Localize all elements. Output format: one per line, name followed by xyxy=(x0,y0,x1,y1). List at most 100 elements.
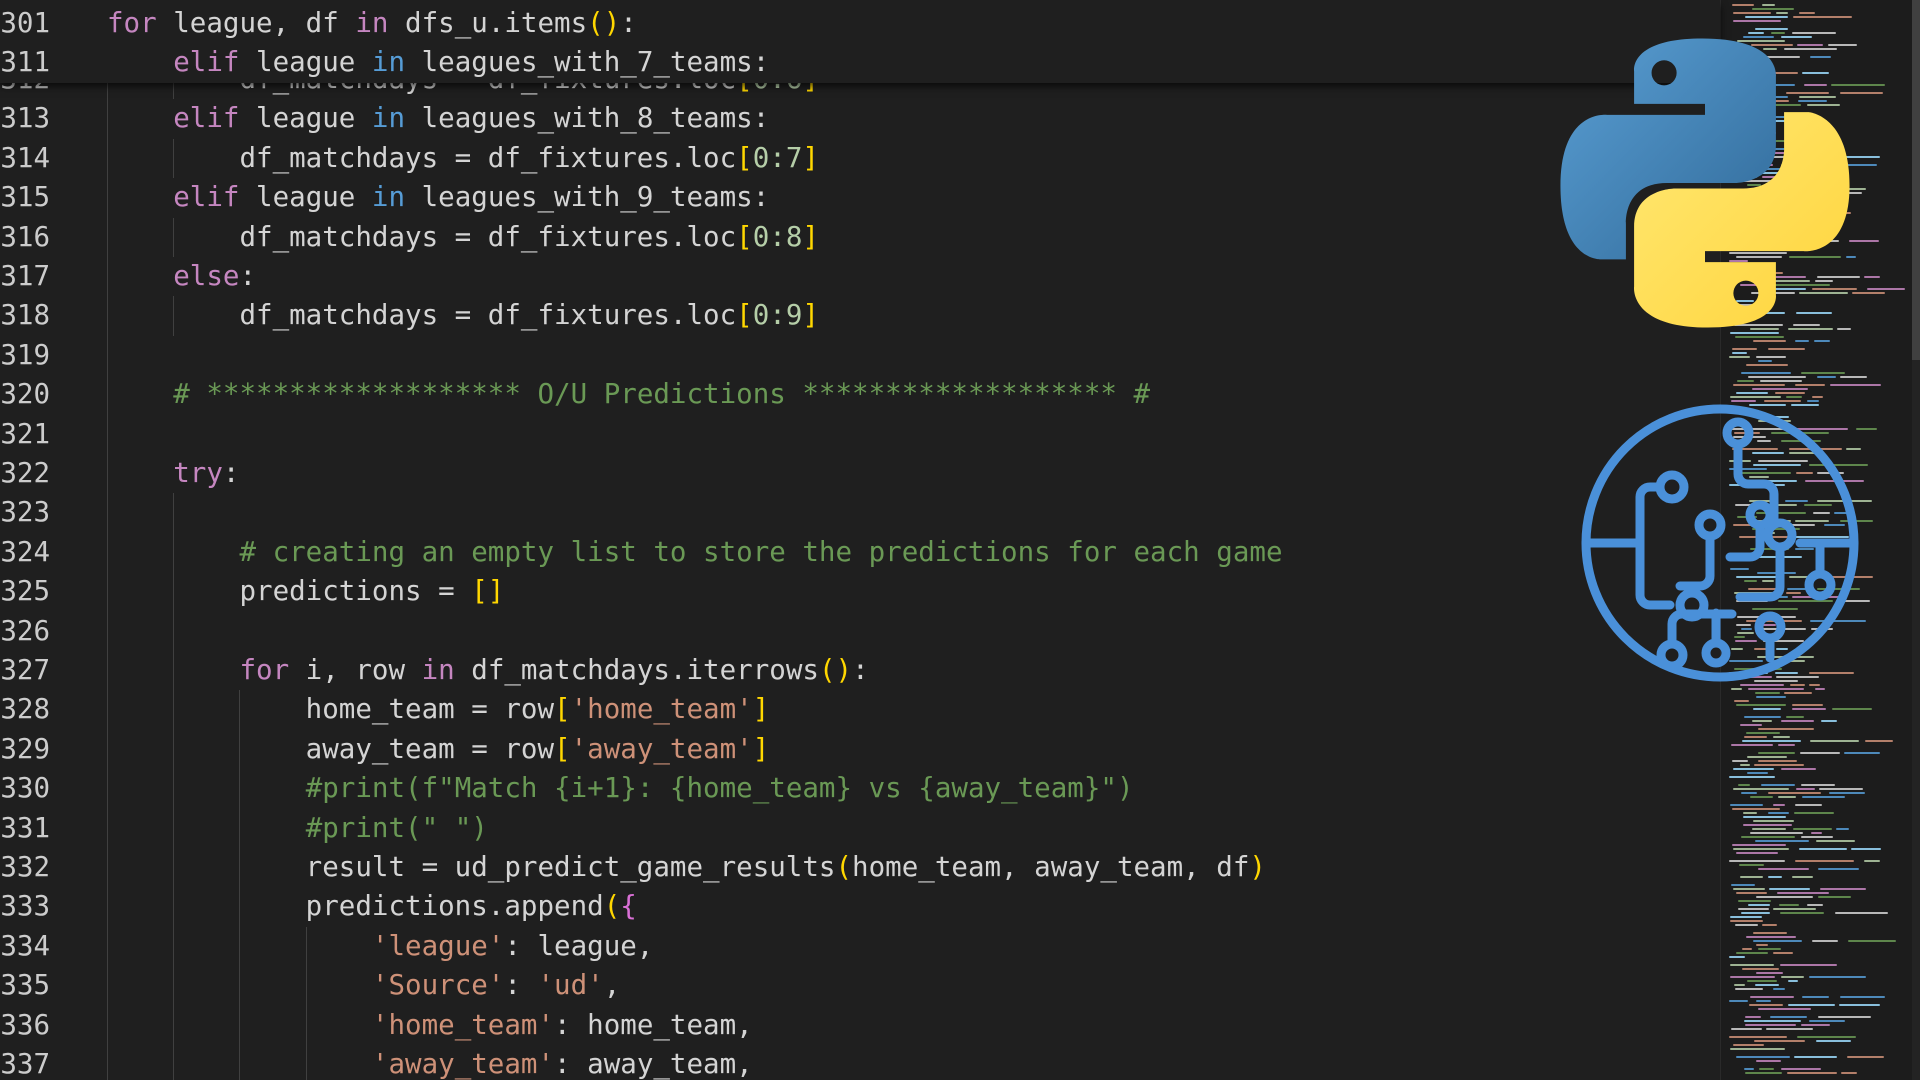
ai-circuit-brain-icon xyxy=(1581,404,1859,682)
minimap-line xyxy=(1732,348,1757,350)
line-source[interactable]: result = ud_predict_game_results(home_te… xyxy=(107,848,1266,887)
code-line[interactable]: 332 result = ud_predict_game_results(hom… xyxy=(0,848,1720,887)
minimap-line xyxy=(1809,1020,1845,1022)
line-source[interactable]: df_matchdays = df_fixtures.loc[0:9] xyxy=(107,296,819,335)
minimap-line xyxy=(1835,912,1888,914)
code-line[interactable]: 314 df_matchdays = df_fixtures.loc[0:7] xyxy=(0,139,1720,178)
code-line[interactable]: 335 'Source': 'ud', xyxy=(0,966,1720,1005)
code-line[interactable]: 313 elif league in leagues_with_8_teams: xyxy=(0,99,1720,138)
line-source[interactable]: df_matchdays = df_fixtures.loc[0:8] xyxy=(107,218,819,257)
minimap-line xyxy=(1795,804,1822,806)
minimap-line xyxy=(1754,764,1804,766)
code-token: # ******************* O/U Predictions **… xyxy=(173,378,1151,411)
minimap-line xyxy=(1732,844,1786,846)
line-source[interactable]: 'away_team': away_team, xyxy=(107,1045,753,1080)
code-line[interactable]: 316 df_matchdays = df_fixtures.loc[0:8] xyxy=(0,218,1720,257)
code-token: home_team, away_team, df xyxy=(852,851,1250,883)
line-source[interactable]: predictions.append({ xyxy=(107,887,637,926)
minimap-line xyxy=(1773,804,1785,806)
line-source[interactable]: elif league in leagues_with_7_teams: xyxy=(107,43,769,82)
minimap-line xyxy=(1753,708,1781,710)
code-line[interactable]: 325 predictions = [] xyxy=(0,572,1720,611)
code-line[interactable]: 320 # ******************* O/U Prediction… xyxy=(0,375,1720,414)
line-source[interactable]: 'home_team': home_team, xyxy=(107,1006,753,1045)
minimap-line xyxy=(1778,796,1796,798)
line-number: 324 xyxy=(0,535,50,568)
minimap-line xyxy=(1753,820,1794,822)
code-area[interactable]: 312 df_matchdays = df_fixtures.loc[0:6]3… xyxy=(0,0,1720,1080)
code-line[interactable]: 301 for league, df in dfs_u.items(): xyxy=(0,4,1720,44)
code-line[interactable]: 317 else: xyxy=(0,257,1720,296)
minimap-line xyxy=(1779,904,1799,906)
minimap-line xyxy=(1841,1072,1857,1074)
code-line[interactable]: 318 df_matchdays = df_fixtures.loc[0:9] xyxy=(0,296,1720,335)
minimap-line xyxy=(1732,808,1780,810)
line-source[interactable]: away_team = row['away_team'] xyxy=(107,730,770,769)
code-line[interactable]: 329 away_team = row['away_team'] xyxy=(0,730,1720,769)
line-source[interactable]: predictions = [] xyxy=(107,572,504,611)
code-line[interactable]: 324 # creating an empty list to store th… xyxy=(0,533,1720,572)
minimap-line xyxy=(1729,776,1775,778)
indent-guide xyxy=(305,926,307,1080)
minimap-line xyxy=(1781,768,1816,770)
minimap-line xyxy=(1744,1068,1754,1070)
line-source[interactable]: elif league in leagues_with_9_teams: xyxy=(107,178,769,217)
code-editor[interactable]: 312 df_matchdays = df_fixtures.loc[0:6]3… xyxy=(0,0,1920,1080)
minimap-line xyxy=(1756,1000,1771,1002)
line-number: 325 xyxy=(0,575,50,608)
vertical-scrollbar[interactable] xyxy=(1912,0,1920,1080)
code-line[interactable]: 333 predictions.append({ xyxy=(0,887,1720,926)
minimap-line xyxy=(1781,720,1814,722)
line-source[interactable]: try: xyxy=(107,454,239,493)
code-line[interactable]: 326 xyxy=(0,612,1720,651)
minimap-line xyxy=(1733,788,1789,790)
sticky-scroll-header[interactable]: 301 for league, df in dfs_u.items(): 311 e… xyxy=(0,0,1720,83)
code-line[interactable]: 311 elif league in leagues_with_7_teams: xyxy=(0,43,1720,83)
code-line[interactable]: 330 #print(f"Match {i+1}: {home_team} vs… xyxy=(0,769,1720,808)
minimap-line xyxy=(1778,744,1795,746)
line-source[interactable]: home_team = row['home_team'] xyxy=(107,690,770,729)
code-line[interactable]: 322 try: xyxy=(0,454,1720,493)
code-token: league xyxy=(239,181,372,214)
minimap-line xyxy=(1796,788,1815,790)
minimap-line xyxy=(1739,864,1764,866)
minimap-line xyxy=(1807,904,1823,906)
code-token: ] xyxy=(752,732,770,765)
code-token: () xyxy=(587,7,621,39)
code-line[interactable]: 334 'league': league, xyxy=(0,927,1720,966)
code-line[interactable]: 315 elif league in leagues_with_9_teams: xyxy=(0,178,1720,217)
line-source[interactable]: #print(f"Match {i+1}: {home_team} vs {aw… xyxy=(107,769,1134,808)
line-source[interactable]: elif league in leagues_with_8_teams: xyxy=(107,99,769,138)
line-source[interactable]: df_matchdays = df_fixtures.loc[0:7] xyxy=(107,139,819,178)
code-line[interactable]: 327 for i, row in df_matchdays.iterrows(… xyxy=(0,651,1720,690)
minimap-line xyxy=(1773,736,1790,738)
code-line[interactable]: 331 #print(" ") xyxy=(0,809,1720,848)
minimap-line xyxy=(1743,824,1792,826)
scrollbar-thumb[interactable] xyxy=(1912,0,1920,360)
code-line[interactable]: 321 xyxy=(0,415,1720,454)
minimap-line xyxy=(1758,360,1772,362)
minimap-line xyxy=(1741,836,1795,838)
minimap-line xyxy=(1864,860,1880,862)
code-line[interactable]: 319 xyxy=(0,336,1720,375)
line-source[interactable]: else: xyxy=(107,257,256,296)
minimap-line xyxy=(1794,1056,1837,1058)
line-source[interactable]: 'league': league, xyxy=(107,927,653,966)
line-source[interactable]: # ******************* O/U Predictions **… xyxy=(107,375,1150,414)
line-source[interactable]: for i, row in df_matchdays.iterrows(): xyxy=(107,651,868,690)
code-line[interactable]: 328 home_team = row['home_team'] xyxy=(0,690,1720,729)
minimap-line xyxy=(1734,984,1745,986)
line-source[interactable]: for league, df in dfs_u.items(): xyxy=(107,4,637,43)
line-source[interactable]: # creating an empty list to store the pr… xyxy=(107,533,1282,572)
code-token: () xyxy=(818,654,853,686)
code-line[interactable]: 336 'home_team': home_team, xyxy=(0,1006,1720,1045)
code-token: df_matchdays = df_fixtures.loc xyxy=(107,141,737,174)
code-token: leagues_with_9_teams: xyxy=(405,181,770,214)
code-line[interactable]: 323 xyxy=(0,493,1720,532)
line-source[interactable]: 'Source': 'ud', xyxy=(107,966,620,1005)
line-source[interactable]: #print(" ") xyxy=(107,809,488,848)
minimap-line xyxy=(1840,376,1867,378)
minimap-line xyxy=(1761,784,1795,786)
code-line[interactable]: 337 'away_team': away_team, xyxy=(0,1045,1720,1080)
